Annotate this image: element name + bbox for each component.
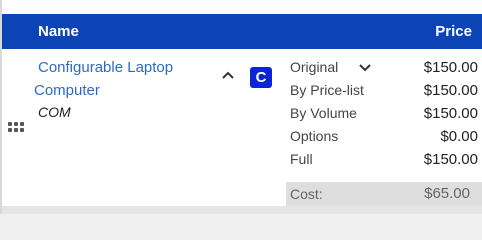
cost-value: $65.00 xyxy=(424,185,470,202)
price-value: $150.00 xyxy=(423,59,478,76)
price-label: Original xyxy=(290,59,339,75)
row-divider xyxy=(2,206,482,214)
drag-handle-icon[interactable] xyxy=(8,122,26,134)
price-value: $150.00 xyxy=(423,82,478,99)
price-row-options: Options $0.00 xyxy=(290,125,478,148)
price-label: Full xyxy=(290,151,313,167)
price-label: Options xyxy=(290,128,339,144)
price-row-full: Full $150.00 xyxy=(290,148,478,171)
price-value: $150.00 xyxy=(423,151,478,168)
price-row-original: Original $150.00 xyxy=(290,56,478,79)
column-header-price[interactable]: Price xyxy=(435,23,472,40)
price-value: $0.00 xyxy=(440,128,478,145)
product-price-panel: Name Price Configurable Laptop Computer … xyxy=(0,0,482,214)
price-value: $150.00 xyxy=(423,105,478,122)
product-title-line2: Computer xyxy=(34,82,100,99)
product-title-link[interactable]: Configurable Laptop Computer xyxy=(34,56,214,102)
configurable-badge: C xyxy=(250,67,272,88)
cost-row: Cost: $65.00 xyxy=(286,182,482,206)
product-title-line1: Configurable Laptop xyxy=(38,59,174,76)
price-row-by-volume: By Volume $150.00 xyxy=(290,102,478,125)
price-label: By Volume xyxy=(290,105,357,121)
price-label: By Price-list xyxy=(290,82,364,98)
chevron-up-icon[interactable] xyxy=(221,70,235,80)
cost-label: Cost: xyxy=(290,186,323,202)
price-breakdown: Original $150.00 By Price-list $150.00 B… xyxy=(290,56,478,171)
price-row-by-price-list: By Price-list $150.00 xyxy=(290,79,478,102)
table-header: Name Price xyxy=(2,14,482,49)
column-header-name[interactable]: Name xyxy=(38,23,79,40)
product-sku: COM xyxy=(38,104,71,120)
chevron-down-icon[interactable] xyxy=(358,63,372,73)
